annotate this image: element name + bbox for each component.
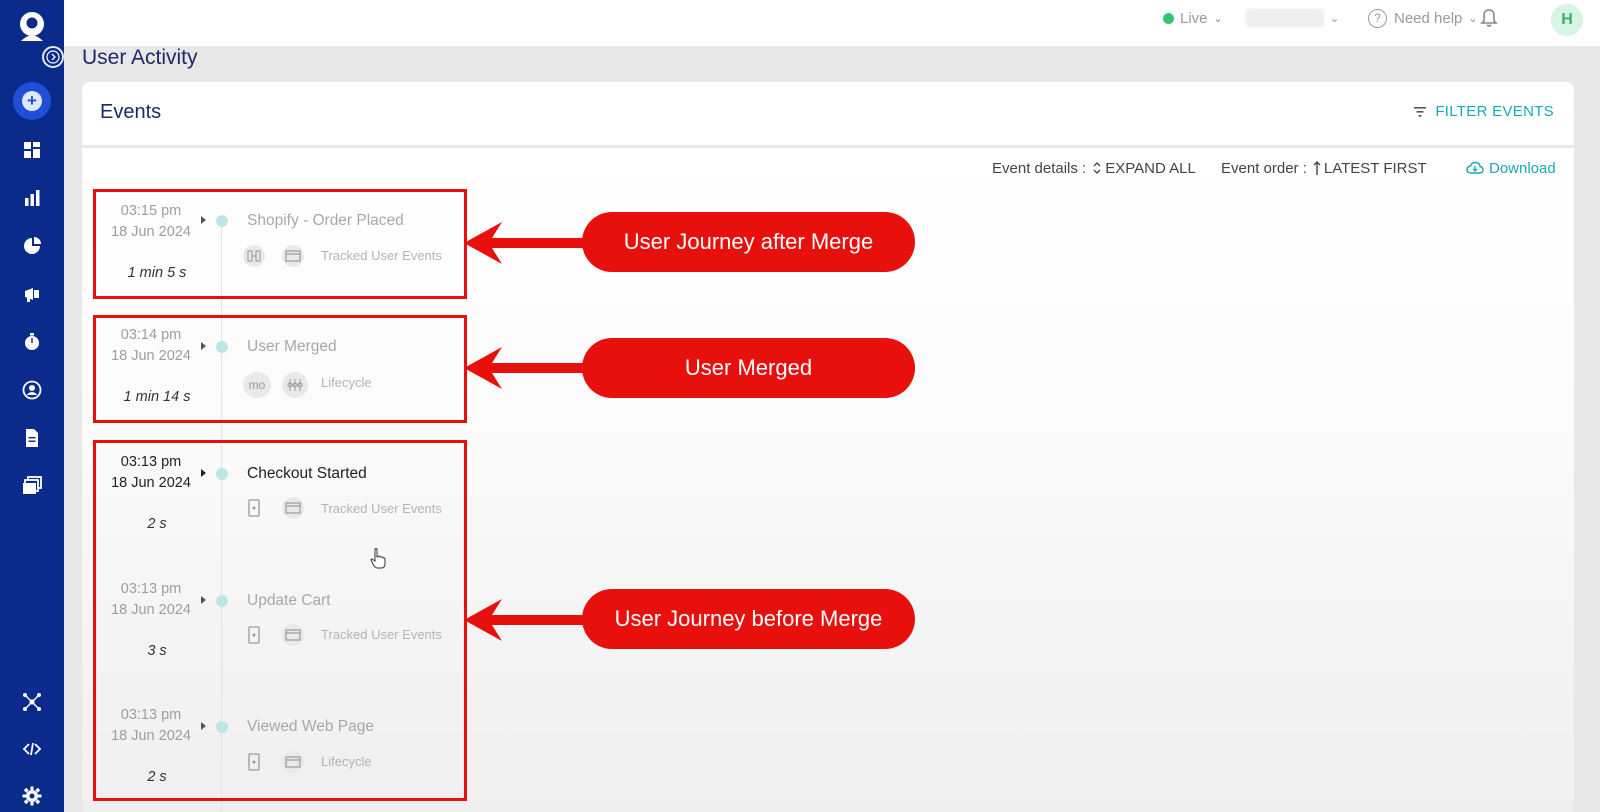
content-library-icon[interactable] [22,476,42,496]
events-card-header: Events FILTER EVENTS [82,82,1574,145]
page-title: User Activity [82,46,198,69]
live-status-dot [1163,12,1174,24]
event-details-label: Event details : [992,159,1087,177]
download-button[interactable]: Download [1466,157,1556,179]
arrow-up-icon [1313,161,1321,175]
app-logo-icon[interactable] [15,10,49,44]
download-label: Download [1489,159,1556,177]
journeys-timer-icon[interactable] [22,332,42,352]
bell-icon [1480,9,1498,27]
workspace-name-redacted [1246,9,1324,27]
chevron-right-icon [46,50,60,64]
cloud-download-icon [1466,161,1484,174]
chevron-down-icon: ⌄ [1468,12,1478,25]
settings-gear-icon[interactable] [22,786,42,806]
filter-events-button[interactable]: FILTER EVENTS [1413,103,1554,120]
event-details-control[interactable]: Event details : EXPAND ALL [992,157,1196,179]
annotation-label: User Journey after Merge [582,212,915,272]
user-avatar[interactable]: H [1551,2,1583,38]
workspace-selector[interactable]: ⌄ [1246,0,1339,36]
chevron-down-icon: ⌄ [1330,12,1340,25]
dashboard-icon[interactable] [22,140,42,160]
hand-cursor-icon [370,548,386,569]
integrations-icon[interactable] [22,692,42,712]
sidebar-collapse-button[interactable] [42,46,64,68]
environment-label: Live [1180,9,1208,27]
annotation-arrow-icon [464,347,590,389]
chevron-down-icon: ⌄ [1213,12,1223,25]
event-order-label: Event order : [1221,159,1307,177]
developer-code-icon[interactable] [22,739,42,759]
notifications-button[interactable] [1480,0,1498,36]
reports-document-icon[interactable] [22,428,42,448]
expand-all-button[interactable]: EXPAND ALL [1105,160,1196,177]
plus-icon: + [22,91,42,111]
event-order-control[interactable]: Event order : LATEST FIRST [1221,157,1427,179]
latest-first-button[interactable]: LATEST FIRST [1324,160,1427,177]
need-help-menu[interactable]: ? Need help ⌄ [1368,0,1478,36]
highlight-box-user-merged [93,315,467,423]
filter-icon [1414,106,1427,117]
expand-collapse-icon [1093,162,1101,174]
top-bar: Live ⌄ ⌄ ? Need help ⌄ H [64,0,1600,46]
annotation-arrow-icon [464,599,590,641]
analytics-icon[interactable] [22,188,42,208]
filter-events-label: FILTER EVENTS [1435,103,1554,120]
highlight-box-after-merge [93,189,467,299]
annotation-label: User Journey before Merge [582,589,915,649]
annotation-arrow-icon [464,222,590,264]
environment-selector[interactable]: Live ⌄ [1163,0,1223,36]
create-new-button[interactable]: + [13,82,51,120]
campaigns-megaphone-icon[interactable] [22,284,42,304]
need-help-label: Need help [1394,9,1463,27]
help-question-icon: ? [1368,8,1387,28]
events-card-title: Events [100,101,162,123]
users-icon[interactable] [22,380,42,400]
segments-pie-icon[interactable] [22,236,42,256]
sidebar: + [0,0,64,812]
avatar-initial: H [1551,4,1583,36]
highlight-box-before-merge [93,440,467,801]
annotation-label: User Merged [582,338,915,398]
